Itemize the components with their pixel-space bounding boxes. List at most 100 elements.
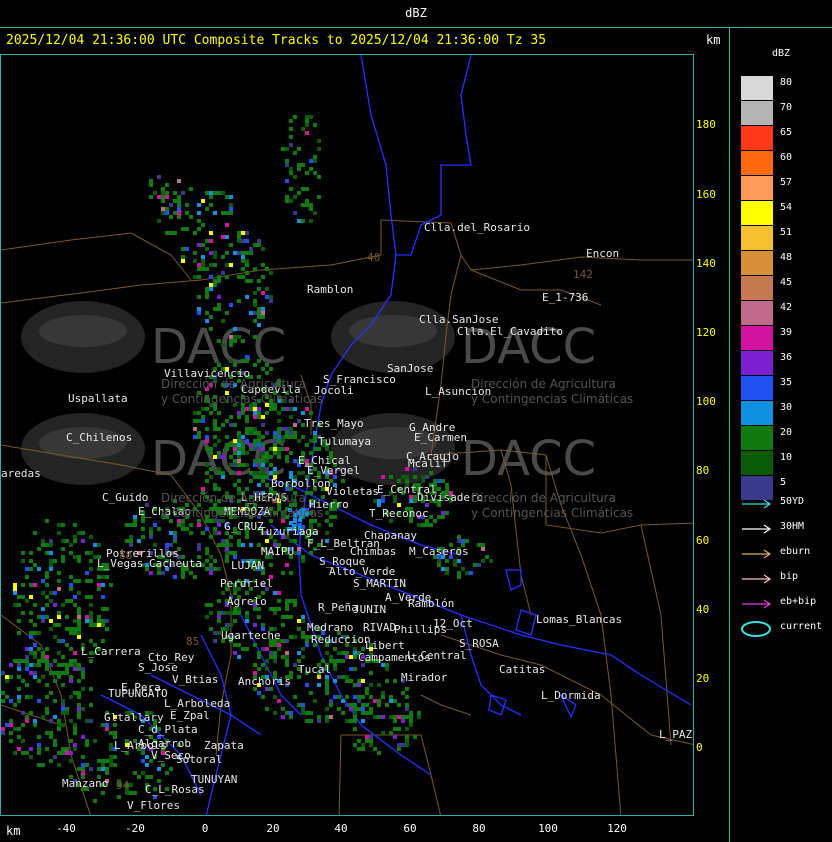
place-label: Uspallata — [68, 392, 128, 405]
place-label: Clla.El_Cavadito — [457, 325, 563, 338]
legend-swatch — [741, 101, 773, 125]
place-label: 85 — [186, 635, 200, 648]
place-label: 40 — [367, 251, 381, 264]
legend-swatch — [741, 76, 773, 100]
place-label: 88 — [119, 549, 133, 562]
legend-value: 39 — [780, 327, 793, 338]
place-label: Manzano — [62, 777, 109, 790]
arrow-icon — [742, 499, 772, 509]
legend-value: 54 — [780, 202, 793, 213]
legend-value: 30 — [780, 402, 793, 413]
dacc-logo-text: DACC — [461, 431, 596, 487]
place-label: Agrelo — [227, 595, 267, 608]
place-label: Sotoral — [176, 753, 223, 766]
place-label: E_Carmen — [414, 431, 467, 444]
place-label: Mcalif — [408, 457, 448, 470]
legend-value: 65 — [780, 127, 793, 138]
place-label: L_Dormida — [541, 689, 601, 702]
x-tick-label: -40 — [56, 822, 76, 835]
y-tick-label: 40 — [696, 603, 710, 616]
watermark-line2: y Contingencias Climáticas — [161, 506, 324, 520]
x-axis-unit: km — [6, 824, 21, 838]
legend-value: 80 — [780, 77, 793, 88]
x-tick-label: 20 — [266, 822, 280, 835]
place-label: Lomas_Blancas — [536, 613, 623, 626]
legend-panel: dBZ 80 70 65 60 57 54 51 48 45 42 39 36 35 30 20 10 5 50… — [730, 28, 832, 842]
place-label: S_MARTIN — [353, 577, 406, 590]
legend-swatch — [741, 126, 773, 150]
y-tick-label: 60 — [696, 534, 710, 547]
place-label: Clla.del_Rosario — [424, 221, 530, 234]
track-legend-name: eb+bip — [780, 596, 817, 607]
place-label: L_PAZ — [659, 728, 693, 741]
arrow-icon — [742, 524, 772, 534]
track-legend-item: current — [740, 621, 832, 637]
watermark-line2: y Contingencias Climáticas — [161, 392, 324, 406]
lake-outline — [488, 694, 507, 716]
legend-value: 51 — [780, 227, 793, 238]
legend-value: 5 — [780, 477, 787, 488]
watermark-line2: y Contingencias Climáticas — [471, 506, 634, 520]
place-label: Phillips — [394, 623, 447, 636]
track-legend-item: bip — [740, 571, 832, 587]
track-legend-item: eb+bip — [740, 596, 832, 612]
product-label: dBZ — [405, 6, 427, 20]
place-label: V_Flores — [127, 799, 180, 812]
arrow-icon — [742, 599, 772, 609]
place-label: Encon — [586, 247, 620, 260]
y-tick-label: 120 — [696, 326, 716, 339]
place-label: Ramblon — [307, 283, 354, 296]
legend-value: 60 — [780, 152, 793, 163]
arrow-icon — [742, 574, 772, 584]
place-label: E_Zpal — [170, 709, 210, 722]
legend-swatch — [741, 326, 773, 350]
x-tick-label: 80 — [472, 822, 486, 835]
place-label: TUPUNGATO — [108, 687, 168, 700]
legend-swatch — [741, 226, 773, 250]
place-label: C_L_Rosas — [145, 783, 205, 796]
legend-swatch — [741, 176, 773, 200]
place-label: Borbollon — [271, 477, 331, 490]
place-label: T_Reconoc — [369, 507, 429, 520]
place-label: Anchoris — [238, 675, 291, 688]
legend-value: 10 — [780, 452, 793, 463]
legend-value: 45 — [780, 277, 793, 288]
place-label: MAIPU — [261, 545, 295, 558]
lake-outline — [505, 569, 522, 591]
title-bar: 2025/12/04 21:36:00 UTC Composite Tracks… — [0, 28, 730, 54]
legend-swatch — [741, 351, 773, 375]
legend-value: 70 — [780, 102, 793, 113]
place-label: Violetas — [326, 485, 379, 498]
legend-swatch — [741, 426, 773, 450]
radar-map[interactable]: DACCDACCDACCDACC — [0, 54, 694, 816]
place-label: Tres_Mayo — [304, 417, 364, 430]
place-label: R_Peña — [318, 601, 358, 614]
product-header: dBZ — [0, 0, 832, 28]
x-tick-label: -20 — [125, 822, 145, 835]
x-tick-label: 100 — [538, 822, 558, 835]
watermark-line1: Dirección de Agricultura — [471, 377, 616, 391]
place-label: Cacheuta — [149, 557, 202, 570]
track-legend-item: eburn — [740, 546, 832, 562]
map-title: 2025/12/04 21:36:00 UTC Composite Tracks… — [6, 33, 547, 48]
y-tick-label: 180 — [696, 118, 716, 131]
border-line — [1, 232, 132, 251]
road-line — [270, 524, 692, 706]
legend-swatch — [741, 376, 773, 400]
x-tick-label: 0 — [201, 822, 209, 835]
dacc-logo: DACC — [21, 413, 286, 487]
legend-value: 35 — [780, 377, 793, 388]
legend-title: dBZ — [771, 48, 791, 59]
legend-value: 20 — [780, 427, 793, 438]
y-tick-label: 140 — [696, 257, 716, 270]
place-label: JUNIN — [353, 603, 387, 616]
place-label: L_Carrera — [81, 645, 141, 658]
place-label: Ugarteche — [221, 629, 281, 642]
dacc-logo: DACC — [331, 413, 596, 487]
place-label: Mirador — [401, 671, 448, 684]
place-label: Tulumaya — [318, 435, 371, 448]
track-legend-item: 30HM — [740, 521, 832, 537]
border-line — [420, 694, 472, 716]
y-tick-label: 80 — [696, 464, 710, 477]
x-tick-label: 120 — [607, 822, 627, 835]
